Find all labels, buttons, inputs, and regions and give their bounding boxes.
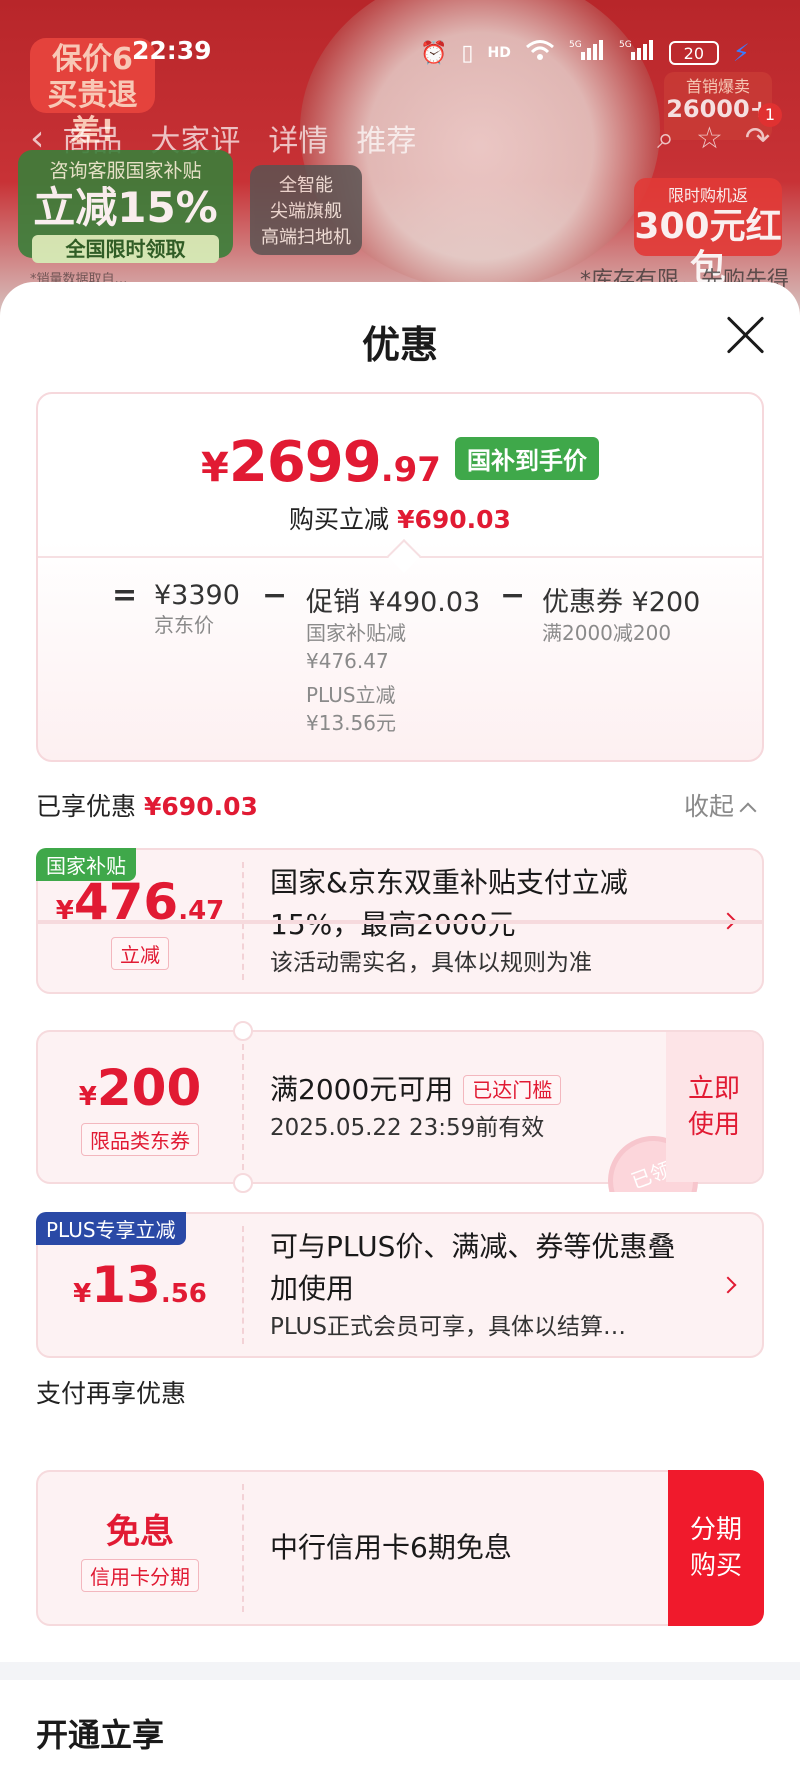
chevron-up-icon (739, 802, 757, 820)
promo-col: 促销 ¥490.03 国家补贴减 ¥476.47 PLUS立减 ¥13.56元 (306, 580, 480, 737)
coupon-currency: ¥ (78, 1081, 97, 1112)
enjoyed-label: 已享优惠 (36, 792, 137, 821)
price-summary-box: ¥ 2699 .97 国补到手价 购买立减 ¥690.03 = ¥3390 京东价… (36, 392, 764, 762)
jd-price: ¥3390 (154, 580, 240, 611)
subsidy-price-tag: 国补到手价 (454, 437, 599, 480)
promo-subsidy-value: ¥476.47 (306, 649, 389, 673)
enjoyed-value: ¥690.03 (144, 792, 258, 821)
subsidy-banner-top: 咨询客服国家补贴 (49, 160, 202, 182)
sheet-title: 优惠 (361, 323, 438, 367)
promo-total: 促销 ¥490.03 (306, 587, 481, 618)
coupon-amount-decimal: .56 (160, 1279, 207, 1309)
coupon-card-plus[interactable]: PLUS专享立减 ¥13.56 可与PLUS价、满减、券等优惠叠加使用 PLUS… (36, 1212, 764, 1358)
coupon-card-jd-coupon[interactable]: ¥200 限品类东券 满2000元可用 已达门槛 2025.05.22 23:59… (36, 1021, 764, 1193)
total-discount-value: ¥690.03 (397, 505, 511, 534)
installment-title: 中行信用卡6期免息 (270, 1531, 512, 1564)
wifi-icon (525, 39, 555, 67)
final-price-decimal: .97 (380, 450, 441, 490)
payment-card-installment[interactable]: 免息 信用卡分期 中行信用卡6期免息 分期 购买 (36, 1470, 764, 1626)
subsidy-banner-main: 立减15% (33, 183, 218, 232)
coupon-title: 可与PLUS价、满减、券等优惠叠加使用 (270, 1230, 676, 1305)
signal-5g-icon: 5G (569, 38, 605, 68)
total-discount-line: 购买立减 ¥690.03 (38, 500, 762, 536)
signal-5g-icon-2: 5G (619, 38, 655, 68)
coupon-info: 满2000元可用 已达门槛 2025.05.22 23:59前有效 (270, 1032, 652, 1182)
equals-sign: = (112, 578, 138, 613)
coupon-title: 满2000元可用 (270, 1073, 454, 1106)
section-separator (0, 1662, 800, 1680)
final-price-currency: ¥ (201, 445, 229, 491)
credit-card-installment-pill: 信用卡分期 (81, 1559, 199, 1592)
coupon-amount-integer: 200 (96, 1058, 202, 1117)
promo-plus-value: ¥13.56元 (306, 711, 396, 735)
coupon-amount-integer: 13 (91, 1256, 161, 1314)
spacer (36, 920, 764, 924)
subsidy-banner: 咨询客服国家补贴 立减15% 全国限时领取 (18, 150, 233, 263)
battery-level: 20 (683, 43, 705, 63)
open-membership-title: 开通立享 (36, 1716, 165, 1754)
collapse-label: 收起 (684, 792, 735, 821)
coupon-currency: ¥ (73, 1279, 92, 1309)
charging-icon: ⚡ (732, 39, 750, 67)
close-button[interactable] (724, 312, 768, 356)
status-bar: 22:39 ⏰ ▯ HD 5G 5G 20 ⚡ (0, 30, 800, 74)
promo-subsidy-label: 国家补贴减 (306, 621, 406, 645)
nav-tab-recommend[interactable]: 推荐 (356, 116, 416, 160)
threshold-reached-badge: 已达门槛 (463, 1075, 562, 1105)
coupon-type-pill: 立减 (111, 936, 169, 970)
hd-icon: HD (487, 45, 511, 61)
use-now-button[interactable]: 立即 使用 (666, 1032, 762, 1182)
status-icons: ⏰ ▯ HD 5G 5G 20 ⚡ (420, 38, 750, 68)
battery-icon: 20 (668, 41, 719, 65)
coupon-desc: 该活动需实名，具体以规则为准 (270, 950, 592, 976)
installment-buy-button[interactable]: 分期 购买 (668, 1470, 764, 1626)
divider (242, 1044, 244, 1170)
promo-plus-label: PLUS立减 (306, 683, 396, 707)
divider (242, 1226, 244, 1344)
coupon-info: 可与PLUS价、满减、券等优惠叠加使用 PLUS正式会员可享，具体以结算… (270, 1214, 702, 1356)
cashback-badge: 限时购机返 300元红包 (634, 178, 782, 289)
alarm-icon: ⏰ (420, 40, 448, 66)
nav-tab-details[interactable]: 详情 (268, 116, 328, 160)
svg-text:5G: 5G (569, 40, 582, 50)
coupon-amount: ¥200 (79, 1059, 201, 1117)
jd-price-col: ¥3390 京东价 (154, 580, 240, 639)
vibrate-icon: ▯ (461, 40, 474, 66)
coupon-condition: 满2000减200 (542, 621, 672, 645)
coupon-type-pill: 限品类东券 (81, 1122, 199, 1156)
coupon-expiry: 2025.05.22 23:59前有效 (270, 1115, 545, 1141)
coupon-amount: ¥13.56 (73, 1256, 207, 1314)
coupon-col: 优惠券 ¥200 满2000减200 (542, 580, 700, 647)
minus-sign: − (262, 578, 288, 613)
coupon-desc: PLUS正式会员可享，具体以结算… (270, 1314, 626, 1340)
coupon-total: 优惠券 ¥200 (542, 587, 701, 618)
jd-price-label: 京东价 (154, 613, 214, 637)
coupon-title-row: 满2000元可用 已达门槛 (270, 1069, 652, 1111)
coupon-amount-block: ¥200 限品类东券 (38, 1032, 242, 1182)
subsidy-banner-bottom: 全国限时领取 (32, 235, 219, 263)
final-price-integer: 2699 (228, 430, 382, 495)
divider-notch (387, 539, 421, 573)
sales-badge-number: 26000+ (666, 95, 770, 123)
collapse-toggle[interactable]: 收起 (684, 787, 757, 823)
divider (242, 1484, 244, 1612)
interest-free-label: 免息 (106, 1512, 174, 1552)
installment-block: 免息 信用卡分期 (38, 1472, 242, 1624)
final-price: ¥ 2699 .97 国补到手价 (38, 430, 762, 495)
minus-sign-2: − (500, 578, 526, 613)
cart-count-badge: 1 (758, 103, 782, 127)
coupon-title: 国家&京东双重补贴支付立减15%，最高2000元 (270, 866, 628, 941)
cashback-label: 限时购机返 (667, 186, 748, 205)
star-icon[interactable]: ☆ (696, 121, 723, 156)
flagship-badge: 全智能 尖端旗舰 高端扫地机 (250, 165, 362, 255)
coupon-amount-block: ¥13.56 (38, 1214, 242, 1356)
chevron-right-icon (719, 1276, 737, 1294)
installment-info: 中行信用卡6期免息 (270, 1472, 652, 1624)
clock: 22:39 (132, 36, 212, 65)
svg-text:5G: 5G (619, 40, 632, 50)
payment-discount-heading: 支付再享优惠 (36, 1379, 187, 1408)
search-icon[interactable]: ⌕ (657, 121, 674, 156)
enjoyed-discount: 已享优惠 ¥690.03 (36, 787, 258, 823)
total-discount-label: 购买立减 (289, 505, 390, 534)
